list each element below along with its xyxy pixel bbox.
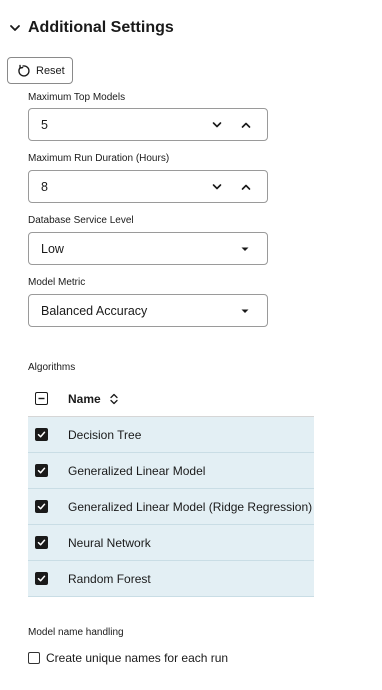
row-checkbox[interactable] [35, 536, 48, 549]
caret-down-icon [238, 242, 252, 256]
section-header-additional-settings[interactable]: Additional Settings [8, 14, 174, 42]
algorithm-name: Neural Network [68, 535, 151, 550]
max-top-models-value: 5 [41, 117, 48, 132]
decrement-button[interactable] [210, 118, 224, 132]
table-row[interactable]: Generalized Linear Model [28, 453, 314, 489]
increment-button[interactable] [239, 118, 253, 132]
max-run-duration-input[interactable]: 8 [28, 170, 268, 203]
increment-button[interactable] [239, 180, 253, 194]
algorithm-name: Decision Tree [68, 427, 142, 442]
row-checkbox[interactable] [35, 500, 48, 513]
table-row[interactable]: Neural Network [28, 525, 314, 561]
algorithms-table: Name Decision Tree Generalized Linear Mo… [28, 381, 314, 597]
max-run-duration-value: 8 [41, 179, 48, 194]
name-column-header[interactable]: Name [68, 392, 119, 406]
table-header: Name [28, 381, 314, 417]
unique-names-label: Create unique names for each run [46, 651, 229, 665]
select-all-checkbox[interactable] [35, 392, 48, 405]
caret-down-icon [238, 304, 252, 318]
unique-names-option[interactable]: Create unique names for each run [28, 651, 228, 665]
max-run-duration-label: Maximum Run Duration (Hours) [28, 153, 170, 164]
unique-names-checkbox[interactable] [28, 652, 40, 664]
name-column-label: Name [68, 391, 101, 406]
model-metric-value: Balanced Accuracy [41, 303, 148, 318]
row-checkbox[interactable] [35, 464, 48, 477]
row-checkbox[interactable] [35, 572, 48, 585]
decrement-button[interactable] [210, 180, 224, 194]
db-service-level-label: Database Service Level [28, 215, 134, 226]
algorithm-name: Generalized Linear Model [68, 463, 206, 478]
model-name-handling-label: Model name handling [28, 627, 124, 638]
table-row[interactable]: Generalized Linear Model (Ridge Regressi… [28, 489, 314, 525]
algorithms-label: Algorithms [28, 362, 76, 373]
db-service-level-value: Low [41, 241, 64, 256]
algorithm-name: Generalized Linear Model (Ridge Regressi… [68, 499, 313, 514]
table-row[interactable]: Decision Tree [28, 417, 314, 453]
section-title: Additional Settings [28, 19, 174, 36]
reset-icon [16, 64, 30, 78]
model-metric-label: Model Metric [28, 277, 86, 288]
algorithm-name: Random Forest [68, 571, 151, 586]
model-metric-select[interactable]: Balanced Accuracy [28, 294, 268, 327]
chevron-down-icon [8, 21, 22, 35]
reset-button-label: Reset [36, 64, 65, 77]
max-top-models-input[interactable]: 5 [28, 108, 268, 141]
table-row[interactable]: Random Forest [28, 561, 314, 597]
sort-icon [109, 393, 119, 405]
max-top-models-label: Maximum Top Models [28, 92, 126, 103]
row-checkbox[interactable] [35, 428, 48, 441]
db-service-level-select[interactable]: Low [28, 232, 268, 265]
reset-button[interactable]: Reset [7, 57, 73, 84]
